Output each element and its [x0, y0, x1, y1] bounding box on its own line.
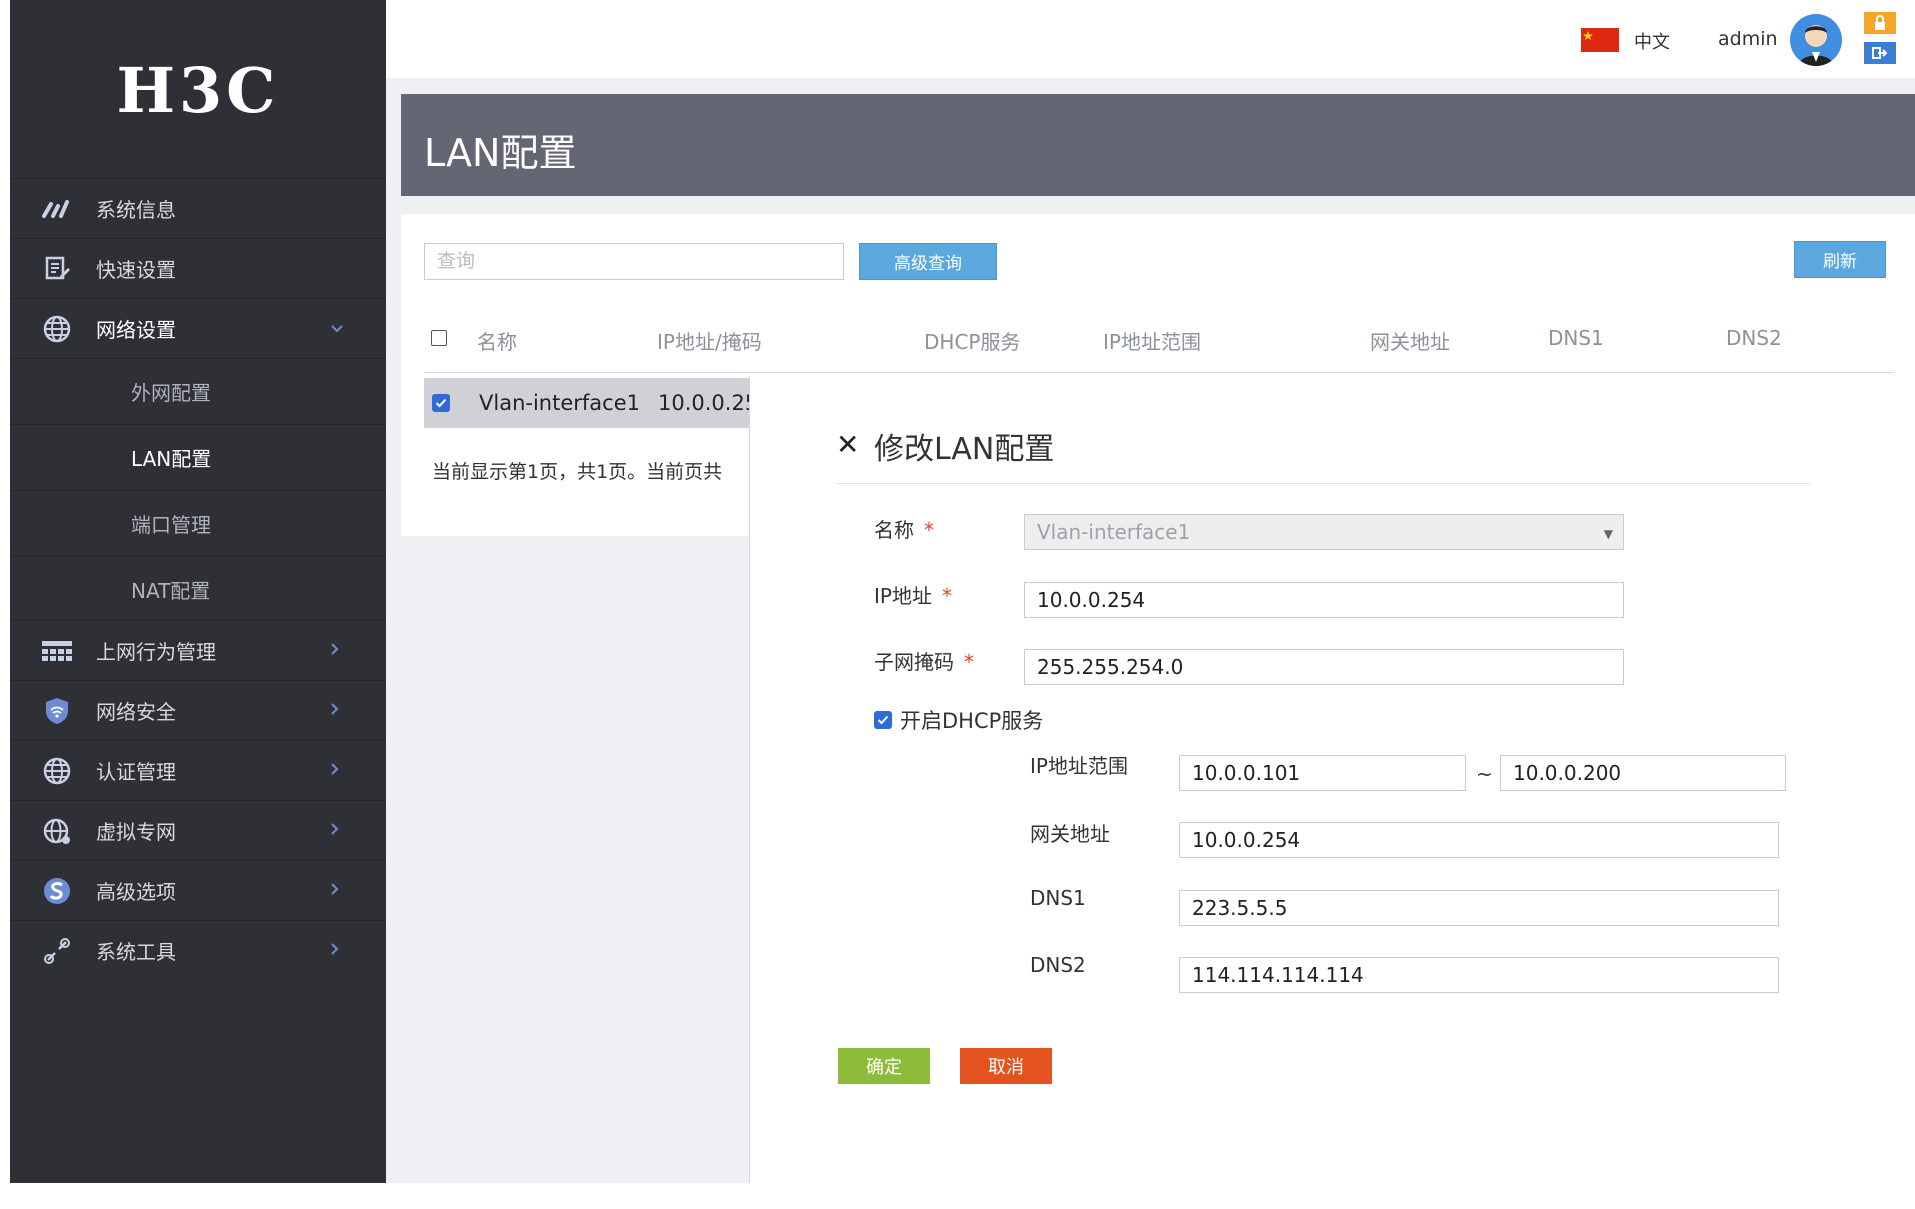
confirm-button[interactable]: 确定 — [838, 1048, 930, 1084]
column-header-dns1[interactable]: DNS1 — [1548, 326, 1604, 350]
caret-down-icon: ▼ — [1603, 527, 1613, 541]
chevron-right-icon — [330, 820, 340, 841]
dialog-title: 修改LAN配置 — [874, 432, 1055, 467]
sidebar-item-quick-setup[interactable]: 快速设置 — [10, 238, 386, 298]
required-mark: * — [924, 518, 934, 542]
chevron-right-icon — [330, 880, 340, 901]
advanced-search-button[interactable]: 高级查询 — [859, 243, 997, 280]
range-start-input[interactable]: 10.0.0.101 — [1179, 755, 1466, 791]
cell-ip-mask: 10.0.0.254 — [658, 391, 749, 415]
ip-range-label: IP地址范围 — [1030, 754, 1128, 778]
lock-icon[interactable] — [1864, 12, 1896, 34]
dns1-label: DNS1 — [1030, 886, 1086, 910]
gauge-icon — [40, 192, 74, 226]
cell-name: Vlan-interface1 — [479, 391, 640, 415]
language-selector[interactable]: 中文 — [1634, 28, 1670, 54]
sidebar-item-network-security[interactable]: 网络安全 — [10, 680, 386, 740]
sidebar-item-label: 系统工具 — [96, 940, 176, 964]
logo-text: H3C — [116, 53, 280, 127]
chevron-right-icon — [330, 760, 340, 781]
name-select-value: Vlan-interface1 — [1037, 520, 1191, 544]
range-end-input[interactable]: 10.0.0.200 — [1500, 755, 1786, 791]
range-separator: ~ — [1476, 762, 1493, 786]
name-select[interactable]: Vlan-interface1 ▼ — [1024, 514, 1624, 550]
globe-network-icon — [40, 814, 74, 848]
logo: H3C — [10, 0, 386, 180]
globe-icon — [40, 312, 74, 346]
sidebar-item-system-tools[interactable]: 系统工具 — [10, 920, 386, 980]
cancel-button[interactable]: 取消 — [960, 1048, 1052, 1084]
avatar[interactable] — [1790, 14, 1842, 66]
subitem-lan-config[interactable]: LAN配置 — [10, 424, 386, 490]
link-tool-icon — [40, 934, 74, 968]
column-header-ip-mask[interactable]: IP地址/掩码 — [657, 326, 762, 355]
sidebar-item-label: 高级选项 — [96, 880, 176, 904]
sidebar-item-advanced-options[interactable]: 高级选项 — [10, 860, 386, 920]
dns1-input[interactable]: 223.5.5.5 — [1179, 890, 1779, 926]
column-header-dhcp[interactable]: DHCP服务 — [924, 326, 1020, 355]
subitem-nat-config[interactable]: NAT配置 — [10, 556, 386, 622]
select-all-checkbox[interactable] — [431, 330, 447, 346]
dhcp-checkbox[interactable] — [874, 711, 892, 729]
name-field-label: 名称 * — [874, 518, 934, 542]
sidebar-item-label: 快速设置 — [96, 258, 176, 282]
china-flag-icon — [1581, 28, 1619, 52]
globe-icon — [40, 754, 74, 788]
close-icon[interactable]: ✕ — [836, 428, 859, 461]
s-circle-icon — [40, 874, 74, 908]
subitem-label: 端口管理 — [131, 513, 211, 537]
dns2-label: DNS2 — [1030, 953, 1086, 977]
chevron-right-icon — [330, 940, 340, 961]
subitem-label: NAT配置 — [131, 579, 211, 603]
sidebar-item-label: 虚拟专网 — [96, 820, 176, 844]
page-header — [401, 94, 1915, 196]
subitem-wan-config[interactable]: 外网配置 — [10, 358, 386, 424]
sidebar-item-label: 网络安全 — [96, 700, 176, 724]
table-body: Vlan-interface1 10.0.0.254 当前显示第1页，共1页。当… — [424, 378, 749, 498]
shield-wifi-icon — [40, 694, 74, 728]
row-checkbox[interactable] — [432, 394, 450, 412]
sidebar-item-label: 网络设置 — [96, 318, 176, 342]
column-header-dns2[interactable]: DNS2 — [1726, 326, 1782, 350]
chevron-right-icon — [330, 700, 340, 721]
sidebar-item-system-info[interactable]: 系统信息 — [10, 178, 386, 238]
subnet-mask-input[interactable]: 255.255.254.0 — [1024, 649, 1624, 685]
gateway-label: 网关地址 — [1030, 822, 1110, 846]
ip-address-input[interactable]: 10.0.0.254 — [1024, 582, 1624, 618]
sidebar-item-network-settings[interactable]: 网络设置 — [10, 298, 386, 358]
chevron-right-icon — [330, 640, 340, 661]
table-header-divider — [424, 372, 1894, 373]
refresh-button[interactable]: 刷新 — [1794, 241, 1886, 278]
sidebar-item-auth-management[interactable]: 认证管理 — [10, 740, 386, 800]
dialog-divider — [837, 483, 1810, 484]
subitem-label: LAN配置 — [131, 447, 212, 471]
sidebar-item-label: 系统信息 — [96, 198, 176, 222]
required-mark: * — [941, 584, 952, 608]
topbar: 中文 admin — [386, 0, 1915, 78]
search-input[interactable] — [424, 243, 844, 280]
dhcp-checkbox-label[interactable]: 开启DHCP服务 — [900, 705, 1043, 735]
gateway-input[interactable]: 10.0.0.254 — [1179, 822, 1779, 858]
mask-field-label: 子网掩码 * — [874, 650, 974, 674]
column-header-ip-range[interactable]: IP地址范围 — [1103, 326, 1201, 355]
edit-document-icon — [40, 252, 74, 286]
pager-text: 当前显示第1页，共1页。当前页共 — [432, 461, 723, 483]
ip-field-label: IP地址 * — [874, 584, 952, 608]
subitem-label: 外网配置 — [131, 381, 211, 405]
username[interactable]: admin — [1718, 28, 1778, 50]
sidebar-item-behavior-management[interactable]: 上网行为管理 — [10, 620, 386, 680]
required-mark: * — [964, 650, 974, 674]
sidebar: H3C 系统信息 快速设置 网络设置 外网配置 LAN配置 端口管理 NAT配置 — [10, 0, 386, 1183]
logout-icon[interactable] — [1864, 42, 1896, 64]
grid-icon — [40, 634, 74, 668]
sidebar-item-label: 认证管理 — [96, 760, 176, 784]
sidebar-item-vpn[interactable]: 虚拟专网 — [10, 800, 386, 860]
dns2-input[interactable]: 114.114.114.114 — [1179, 957, 1779, 993]
subitem-port-management[interactable]: 端口管理 — [10, 490, 386, 556]
page-title: LAN配置 — [424, 131, 577, 175]
sidebar-item-label: 上网行为管理 — [96, 640, 216, 664]
column-header-name[interactable]: 名称 — [477, 326, 517, 355]
column-header-gateway[interactable]: 网关地址 — [1370, 326, 1450, 355]
chevron-down-icon — [330, 318, 344, 339]
